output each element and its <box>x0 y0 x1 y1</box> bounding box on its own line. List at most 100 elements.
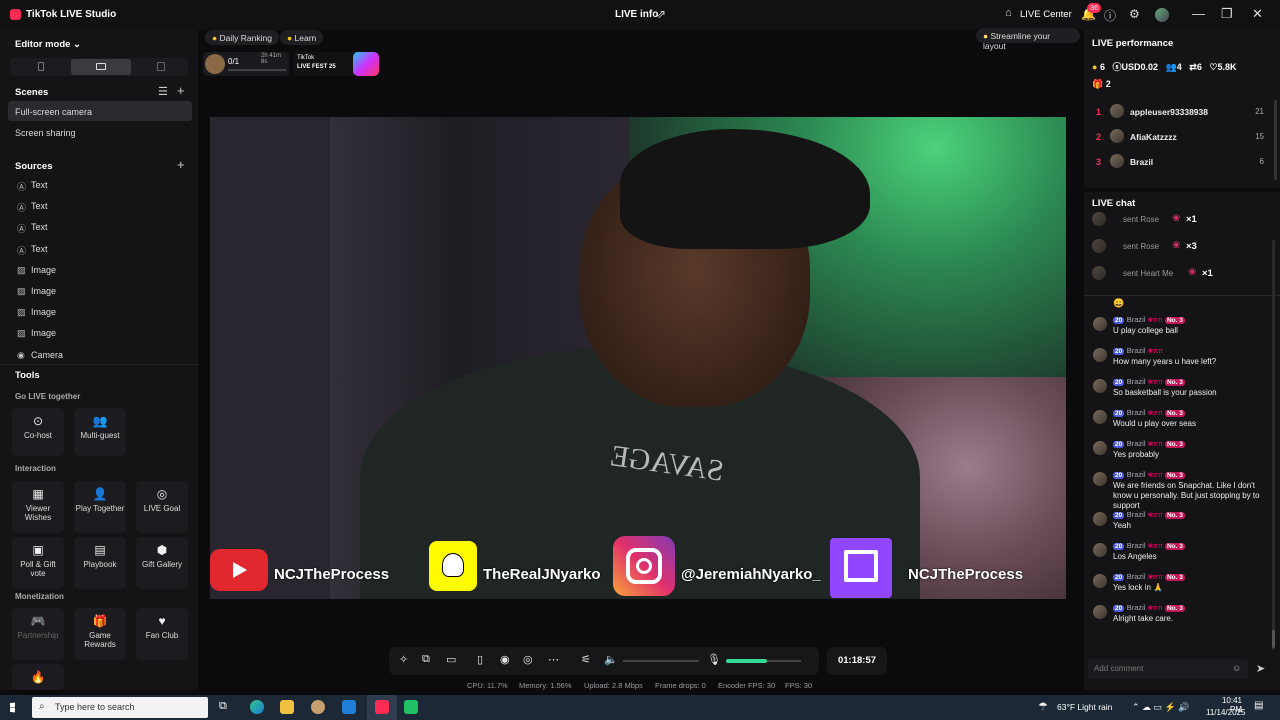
gift-gallery-button[interactable]: ⬢ Gift Gallery <box>136 537 188 589</box>
source-item[interactable]: Ⓐ Text <box>15 201 185 217</box>
chat-username[interactable]: Brazil <box>1127 470 1146 479</box>
source-item[interactable]: Ⓐ Text <box>15 180 185 196</box>
avatar[interactable] <box>1155 8 1169 22</box>
green-app-icon[interactable] <box>404 700 418 714</box>
portrait-layout-icon[interactable] <box>38 62 44 71</box>
learn-button[interactable]: ● Learn <box>280 30 324 45</box>
ranking-scrollbar[interactable] <box>1274 100 1277 180</box>
chat-avatar[interactable] <box>1093 410 1107 424</box>
chat-avatar[interactable] <box>1093 441 1107 455</box>
fan-club-button[interactable]: ♥ Fan Club <box>136 608 188 660</box>
magic-icon[interactable]: ✧ <box>399 653 408 666</box>
chat-username[interactable]: Brazil <box>1127 572 1146 581</box>
daily-ranking-button[interactable]: ● Daily Ranking <box>205 30 279 45</box>
microphone-icon[interactable]: 🎙 <box>707 653 721 666</box>
scene-item-screen-sharing[interactable]: Screen sharing <box>15 128 76 138</box>
mixer-icon[interactable]: ⚟ <box>581 653 591 666</box>
live-goal-button[interactable]: ◎ LIVE Goal <box>136 481 188 533</box>
speaker-icon[interactable]: 🔈 <box>604 653 618 666</box>
layers-icon[interactable]: ⧉ <box>422 653 430 666</box>
minimize-icon[interactable]: — <box>1192 6 1205 21</box>
chat-avatar[interactable] <box>1093 379 1107 393</box>
source-item[interactable]: Ⓐ Text <box>15 244 185 260</box>
live-fest-banner[interactable]: TikTok LIVE FEST 25 <box>293 52 381 76</box>
more-icon[interactable]: ⋯ <box>548 653 559 666</box>
ranking-row[interactable]: 1 appleuser93338938 21 <box>1092 103 1268 121</box>
chat-username[interactable]: Brazil <box>1127 408 1146 417</box>
maximize-icon[interactable]: ❐ <box>1221 6 1233 22</box>
share-icon[interactable]: ⇗ <box>656 7 666 21</box>
edge-icon[interactable] <box>250 700 264 714</box>
playbook-button[interactable]: ▤ Playbook <box>74 537 126 589</box>
gear-icon[interactable]: ⚙ <box>1129 7 1140 21</box>
chat-username[interactable]: Brazil <box>1127 377 1146 386</box>
chat-username[interactable]: Brazil <box>1127 510 1146 519</box>
speaker-volume-slider[interactable] <box>623 660 699 662</box>
source-item[interactable]: Ⓐ Text <box>15 222 185 238</box>
monkey-app-icon[interactable] <box>311 700 325 714</box>
multiguest-button[interactable]: 👥 Multi-guest <box>74 408 126 456</box>
chat-avatar[interactable] <box>1093 348 1107 362</box>
comment-input[interactable]: Add comment ☺ <box>1088 659 1248 679</box>
record-icon[interactable]: ◉ <box>500 653 510 666</box>
game-rewards-button[interactable]: 🎁 Game Rewards <box>74 608 126 660</box>
streamline-button[interactable]: ● Streamline your layout <box>976 28 1080 51</box>
taskbar-search-box[interactable]: ⌕ Type here to search <box>32 697 208 718</box>
list-icon[interactable]: ☰ <box>158 85 168 98</box>
chat-username[interactable]: Brazil <box>1127 439 1146 448</box>
chat-scrollbar[interactable] <box>1272 240 1275 650</box>
file-explorer-icon[interactable] <box>280 700 294 714</box>
multiguest-icon: 👥 <box>92 414 108 428</box>
level-value: 20 <box>1115 379 1123 386</box>
chat-avatar[interactable] <box>1093 605 1107 619</box>
chat-avatar[interactable] <box>1093 317 1107 331</box>
cohost-button[interactable]: ⊙ Co-host <box>12 408 64 456</box>
help-icon[interactable]: ⓘ <box>1104 7 1116 24</box>
youtube-icon <box>210 549 268 591</box>
viewer-wishes-button[interactable]: ▦ Viewer Wishes <box>12 481 64 533</box>
play-together-button[interactable]: 👤 Play Together <box>74 481 126 533</box>
store-icon[interactable] <box>342 700 356 714</box>
fan-rank-badge: No. 3 <box>1164 410 1185 417</box>
weather-text[interactable]: 63°F Light rain <box>1057 702 1112 712</box>
tiktok-taskbar-active[interactable] <box>367 695 397 720</box>
notification-center-icon[interactable]: ▤ <box>1254 700 1263 711</box>
live-info-title[interactable]: LIVE info <box>615 9 658 20</box>
landscape-layout-button[interactable] <box>71 59 131 75</box>
source-item[interactable]: ▨ Image <box>15 328 185 344</box>
send-icon[interactable]: ➤ <box>1256 662 1265 675</box>
fire-button[interactable]: 🔥 <box>12 664 64 690</box>
ranking-row[interactable]: 3 Brazil 6 <box>1092 153 1268 171</box>
dual-layout-icon[interactable] <box>157 62 165 71</box>
tray-icons[interactable]: ⌃ ☁ ▭ ⚡ 🔊 <box>1132 702 1189 713</box>
partnership-button[interactable]: 🎮 Partnership <box>12 608 64 660</box>
chat-username[interactable]: Brazil <box>1127 603 1146 612</box>
chat-username[interactable]: Brazil <box>1127 346 1146 355</box>
chat-username[interactable]: Brazil <box>1127 541 1146 550</box>
chat-username[interactable]: Brazil <box>1127 315 1146 324</box>
poll-gift-button[interactable]: ▣ Poll & Gift vote <box>12 537 64 589</box>
chat-avatar[interactable] <box>1093 472 1107 486</box>
portrait-icon[interactable]: ▯ <box>477 653 483 666</box>
chat-avatar[interactable] <box>1093 512 1107 526</box>
emoji-picker-icon[interactable]: ☺ <box>1232 663 1241 673</box>
chat-scroll-thumb[interactable] <box>1272 630 1275 648</box>
live-center-button[interactable]: LIVE Center <box>1020 9 1072 20</box>
chat-avatar[interactable] <box>1093 543 1107 557</box>
source-item[interactable]: ◉ Camera <box>15 350 185 360</box>
template-icon[interactable]: ▭ <box>446 653 456 666</box>
add-scene-icon[interactable]: + <box>177 83 185 98</box>
editor-mode-dropdown[interactable]: Editor mode ⌄ <box>15 39 81 50</box>
ranking-row[interactable]: 2 AfiaKatzzzz 15 <box>1092 128 1268 146</box>
goal-widget[interactable]: 0/1 2h 41m 8s <box>203 52 289 76</box>
source-item[interactable]: ▨ Image <box>15 307 185 323</box>
video-preview[interactable]: SAVAGE NCJTheProcess TheRealJNyarko @Jer… <box>210 117 1066 599</box>
source-item[interactable]: ▨ Image <box>15 286 185 302</box>
close-icon[interactable]: ✕ <box>1252 6 1263 22</box>
clip-icon[interactable]: ◎ <box>523 653 533 666</box>
add-source-icon[interactable]: + <box>177 157 185 172</box>
mic-volume-slider[interactable] <box>726 659 801 663</box>
task-view-icon[interactable]: ⧉ <box>219 700 227 713</box>
source-item[interactable]: ▨ Image <box>15 265 185 281</box>
chat-avatar[interactable] <box>1093 574 1107 588</box>
